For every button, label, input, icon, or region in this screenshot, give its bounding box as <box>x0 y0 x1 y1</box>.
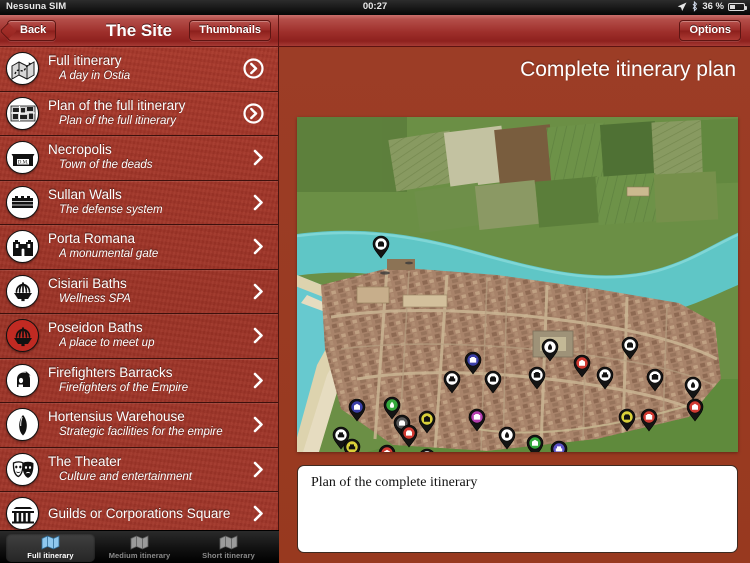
list-item-subtitle: Wellness SPA <box>59 292 131 305</box>
list-item-subtitle: A place to meet up <box>59 337 155 350</box>
list-item-title: Plan of the full itinerary <box>48 97 186 113</box>
amphora-icon <box>6 408 39 442</box>
helmet-icon <box>6 363 39 397</box>
chevron-right-icon[interactable] <box>253 194 264 211</box>
options-button[interactable]: Options <box>679 19 741 42</box>
colonnade-icon <box>6 497 39 531</box>
itinerary-tab-bar[interactable]: Full itinerary Medium itinerary Short it… <box>0 530 279 563</box>
list-item-text: Necropolis Town of the deads <box>48 142 253 173</box>
itinerary-list[interactable]: Full itinerary A day in Ostia Plan of th… <box>0 47 279 563</box>
chevron-right-icon[interactable] <box>253 149 264 166</box>
itinerary-map-image[interactable] <box>297 117 738 452</box>
status-indicators: 36 % <box>677 1 747 12</box>
folded-map-icon <box>41 534 60 550</box>
list-item[interactable]: Full itinerary A day in Ostia <box>0 47 278 92</box>
list-item-subtitle: The defense system <box>59 203 163 216</box>
tab-label: Full itinerary <box>27 550 74 560</box>
list-item-subtitle: Plan of the full itinerary <box>59 114 176 127</box>
list-item-text: Poseidon Baths A place to meet up <box>48 320 253 351</box>
list-item-text: Plan of the full itinerary Plan of the f… <box>48 98 243 129</box>
list-item[interactable]: Firefighters Barracks Firefighters of th… <box>0 359 278 403</box>
list-item-title: Full itinerary <box>48 53 122 69</box>
list-item-text: Cisiarii Baths Wellness SPA <box>48 276 253 307</box>
chevron-right-icon[interactable] <box>253 505 264 522</box>
tab-medium-itinerary[interactable]: Medium itinerary <box>95 533 184 562</box>
list-item[interactable]: Cisiarii Baths Wellness SPA <box>0 270 278 314</box>
circled-chevron-right-icon[interactable] <box>243 58 264 79</box>
list-item[interactable]: The Theater Culture and entertainment <box>0 448 278 492</box>
fountain-bath-icon <box>6 319 39 353</box>
list-item-title: Hortensius Warehouse <box>48 409 185 425</box>
list-item-title: Cisiarii Baths <box>48 275 127 291</box>
list-item-text: Full itinerary A day in Ostia <box>48 53 243 84</box>
list-item-subtitle: Strategic facilities for the empire <box>59 426 223 439</box>
chevron-right-icon[interactable] <box>253 327 264 344</box>
battlement-icon <box>6 185 39 219</box>
list-item-text: Porta Romana A monumental gate <box>48 231 253 262</box>
chevron-right-icon[interactable] <box>253 416 264 433</box>
map-pin[interactable] <box>343 438 361 452</box>
theater-masks-icon <box>6 452 39 486</box>
bluetooth-icon <box>691 1 698 12</box>
battery-icon <box>728 2 747 11</box>
list-item-subtitle: A day in Ostia <box>59 70 131 83</box>
detail-title: Complete itinerary plan <box>520 58 736 81</box>
list-item[interactable]: Plan of the full itinerary Plan of the f… <box>0 92 278 136</box>
back-button[interactable]: Back <box>7 19 57 42</box>
map-pin[interactable] <box>526 434 544 452</box>
list-item-subtitle: Culture and entertainment <box>59 470 192 483</box>
city-plan-icon <box>6 96 39 130</box>
chevron-right-icon[interactable] <box>253 372 264 389</box>
list-item-subtitle: Firefighters of the Empire <box>59 381 189 394</box>
thumbnails-button[interactable]: Thumbnails <box>189 19 271 42</box>
list-item-text: Hortensius Warehouse Strategic facilitie… <box>48 409 253 440</box>
list-item-title: Poseidon Baths <box>48 320 143 336</box>
tab-label: Short itinerary <box>202 550 255 560</box>
list-item-subtitle: Town of the deads <box>59 159 153 172</box>
list-item-text: Guilds or Corporations Square <box>48 506 253 522</box>
list-item[interactable]: D.M. Necropolis Town of the deads <box>0 136 278 181</box>
ipad-app-screen: Nessuna SIM 00:27 36 % The Site Back Thu… <box>0 0 750 563</box>
list-item[interactable]: Sullan Walls The defense system <box>0 181 278 225</box>
list-item-title: Porta Romana <box>48 231 136 247</box>
list-item[interactable]: Porta Romana A monumental gate <box>0 225 278 270</box>
tab-short-itinerary[interactable]: Short itinerary <box>184 533 273 562</box>
list-item-text: The Theater Culture and entertainment <box>48 454 253 485</box>
list-item[interactable]: Hortensius Warehouse Strategic facilitie… <box>0 403 278 448</box>
chevron-right-icon[interactable] <box>253 238 264 255</box>
battery-percent-label: 36 % <box>702 1 724 12</box>
list-item-title: The Theater <box>48 453 122 469</box>
location-arrow-icon <box>677 2 687 12</box>
list-item-text: Sullan Walls The defense system <box>48 187 253 218</box>
list-item-title: Sullan Walls <box>48 186 122 202</box>
list-item-title: Guilds or Corporations Square <box>48 505 231 521</box>
map-caption-text: Plan of the complete itinerary <box>311 475 478 490</box>
folded-map-icon <box>219 534 238 550</box>
status-bar: Nessuna SIM 00:27 36 % <box>0 0 750 15</box>
chevron-right-icon[interactable] <box>253 283 264 300</box>
tomb-dm-icon: D.M. <box>6 141 39 175</box>
svg-text:D.M.: D.M. <box>17 160 28 165</box>
list-item[interactable]: Poseidon Baths A place to meet up <box>0 314 278 359</box>
sidebar-navigation-bar: The Site Back Thumbnails <box>0 15 279 47</box>
detail-navigation-bar: Options <box>279 15 750 47</box>
list-item-text: Firefighters Barracks Firefighters of th… <box>48 365 253 396</box>
list-item-title: Necropolis <box>48 142 112 158</box>
tab-full-itinerary[interactable]: Full itinerary <box>6 532 95 562</box>
map-caption-box: Plan of the complete itinerary <box>297 465 738 553</box>
clock-label: 00:27 <box>362 1 388 12</box>
route-map-icon <box>6 52 39 86</box>
list-item-title: Firefighters Barracks <box>48 364 173 380</box>
city-gate-icon <box>6 230 39 264</box>
tab-label: Medium itinerary <box>108 550 171 560</box>
list-item-subtitle: A monumental gate <box>59 248 159 261</box>
fountain-bath-icon <box>6 274 39 308</box>
folded-map-icon <box>130 534 149 550</box>
detail-pane: Complete itinerary plan Plan of the comp… <box>279 47 750 563</box>
chevron-right-icon[interactable] <box>253 461 264 478</box>
circled-chevron-right-icon[interactable] <box>243 103 264 124</box>
